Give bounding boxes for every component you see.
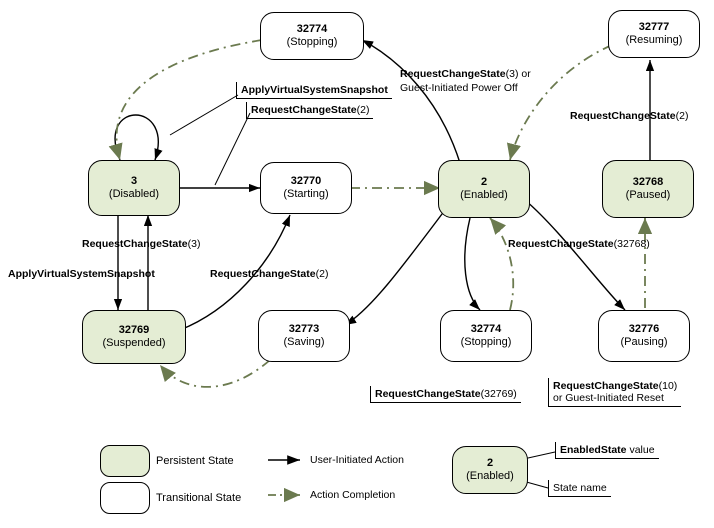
state-id: 32769 xyxy=(119,324,150,337)
state-id: 32776 xyxy=(629,323,660,336)
state-name: (Saving) xyxy=(284,336,325,349)
state-id: 3 xyxy=(131,175,137,188)
state-name: (Enabled) xyxy=(460,189,508,202)
state-pausing: 32776 (Pausing) xyxy=(598,310,690,362)
state-disabled: 3 (Disabled) xyxy=(88,160,180,216)
state-name: (Stopping) xyxy=(287,36,338,49)
legend-persistent: Persistent State xyxy=(100,445,234,477)
label-rcs3: RequestChangeState(3) xyxy=(82,238,200,250)
label-rcs3-or: RequestChangeState(3) or xyxy=(400,68,531,80)
state-id: 32774 xyxy=(471,323,502,336)
state-stopping-top: 32774 (Stopping) xyxy=(260,12,364,60)
label-apply-snapshot-2: ApplyVirtualSystemSnapshot xyxy=(8,268,155,280)
label-rcs32768: RequestChangeState(32768) xyxy=(508,238,650,250)
state-id: 32773 xyxy=(289,323,320,336)
state-resuming: 32777 (Resuming) xyxy=(608,10,700,58)
label-apply-snapshot-top: ApplyVirtualSystemSnapshot xyxy=(236,82,392,99)
state-id: 32777 xyxy=(639,21,670,34)
legend-sample-state: 2 (Enabled) xyxy=(452,446,528,494)
legend-user-action: User-Initiated Action xyxy=(310,454,404,466)
state-starting: 32770 (Starting) xyxy=(260,162,352,214)
state-name: (Starting) xyxy=(283,188,328,201)
state-name: (Pausing) xyxy=(620,336,667,349)
legend-state-name: State name xyxy=(548,480,611,497)
label-rcs2-top: RequestChangeState(2) xyxy=(246,102,373,119)
state-suspended: 32769 (Suspended) xyxy=(82,310,186,364)
legend-action-completion: Action Completion xyxy=(310,489,395,501)
state-stopping-bottom: 32774 (Stopping) xyxy=(440,310,532,362)
state-name: (Suspended) xyxy=(103,337,166,350)
label-guest-poweroff: Guest-Initiated Power Off xyxy=(400,82,518,94)
legend-enabled-value: EnabledState value xyxy=(555,442,659,459)
legend-transitional: Transitional State xyxy=(100,482,241,514)
state-id: 32774 xyxy=(297,23,328,36)
state-name: (Paused) xyxy=(626,189,671,202)
state-paused: 32768 (Paused) xyxy=(602,160,694,218)
legend-sample-name: (Enabled) xyxy=(466,470,514,483)
legend-transitional-swatch xyxy=(100,482,150,514)
state-name: (Disabled) xyxy=(109,188,159,201)
state-saving: 32773 (Saving) xyxy=(258,310,350,362)
state-id: 32768 xyxy=(633,176,664,189)
state-enabled: 2 (Enabled) xyxy=(438,160,530,218)
state-id: 2 xyxy=(481,176,487,189)
label-rcs32769: RequestChangeState(32769) xyxy=(370,386,521,403)
label-rcs2-resuming: RequestChangeState(2) xyxy=(570,110,688,122)
label-rcs10: RequestChangeState(10) or Guest-Initiate… xyxy=(548,378,681,407)
label-rcs2-suspended: RequestChangeState(2) xyxy=(210,268,328,280)
legend-sample-id: 2 xyxy=(487,457,493,470)
state-name: (Stopping) xyxy=(461,336,512,349)
legend-persistent-swatch xyxy=(100,445,150,477)
state-name: (Resuming) xyxy=(626,34,683,47)
state-id: 32770 xyxy=(291,175,322,188)
